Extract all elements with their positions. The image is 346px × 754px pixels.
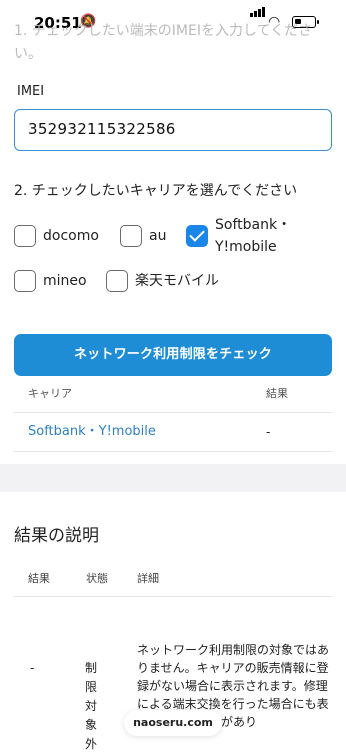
explanation-title: 結果の説明 xyxy=(14,526,99,546)
docomo-checkbox[interactable] xyxy=(14,225,36,247)
carrier-option-softbank[interactable]: Softbank・Y!mobile xyxy=(186,214,310,258)
mineo-checkbox[interactable] xyxy=(14,270,36,292)
softbank-checkbox[interactable] xyxy=(186,225,208,247)
header-carrier: キャリア xyxy=(28,387,72,400)
result-carrier-link[interactable]: Softbank・Y!mobile xyxy=(28,413,156,451)
imei-input[interactable]: 352932115322586 xyxy=(14,109,332,151)
docomo-label: docomo xyxy=(43,228,99,244)
header-status: 状態 xyxy=(86,572,108,585)
explanation-result: - xyxy=(30,661,35,675)
rakuten-checkbox[interactable] xyxy=(106,270,128,292)
result-value: - xyxy=(266,425,271,439)
results-table: キャリア 結果 Softbank・Y!mobile - xyxy=(14,376,332,452)
browser-url-bar[interactable]: naoseru.com xyxy=(124,710,222,736)
step1-label: 1. チェックしたい端末のIMEIを入力してください。 xyxy=(14,20,332,66)
explanation-table: 結果 状態 詳細 - 制限対象外 ネットワーク利用制限の対象ではありません。キャ… xyxy=(14,562,332,751)
table-row: Softbank・Y!mobile - xyxy=(14,413,332,452)
carrier-option-mineo[interactable]: mineo xyxy=(14,270,87,292)
imei-label: IMEI xyxy=(17,84,45,99)
header-result: 結果 xyxy=(28,572,50,585)
rakuten-label: 楽天モバイル xyxy=(135,273,219,289)
mineo-label: mineo xyxy=(43,273,87,289)
softbank-label: Softbank・Y!mobile xyxy=(215,217,292,255)
results-table-header: キャリア 結果 xyxy=(14,376,332,413)
network-check-button[interactable]: ネットワーク利用制限をチェック xyxy=(14,334,332,376)
header-detail: 詳細 xyxy=(137,572,159,585)
carrier-option-au[interactable]: au xyxy=(120,225,166,247)
au-checkbox[interactable] xyxy=(120,225,142,247)
carrier-option-rakuten[interactable]: 楽天モバイル xyxy=(106,270,219,292)
section-divider xyxy=(0,464,346,492)
au-label: au xyxy=(149,228,167,244)
header-result: 結果 xyxy=(266,387,288,400)
carrier-option-docomo[interactable]: docomo xyxy=(14,225,99,247)
step2-label: 2. チェックしたいキャリアを選んでください xyxy=(14,183,298,199)
step1-label-text: 1. チェックしたい端末のIMEIを入力してください。 xyxy=(14,23,313,62)
table-row: - 制限対象外 ネットワーク利用制限の対象ではありません。キャリアの販売情報に登… xyxy=(14,597,332,751)
explanation-table-header: 結果 状態 詳細 xyxy=(14,562,332,597)
explanation-status: 制限対象外 xyxy=(85,661,98,751)
